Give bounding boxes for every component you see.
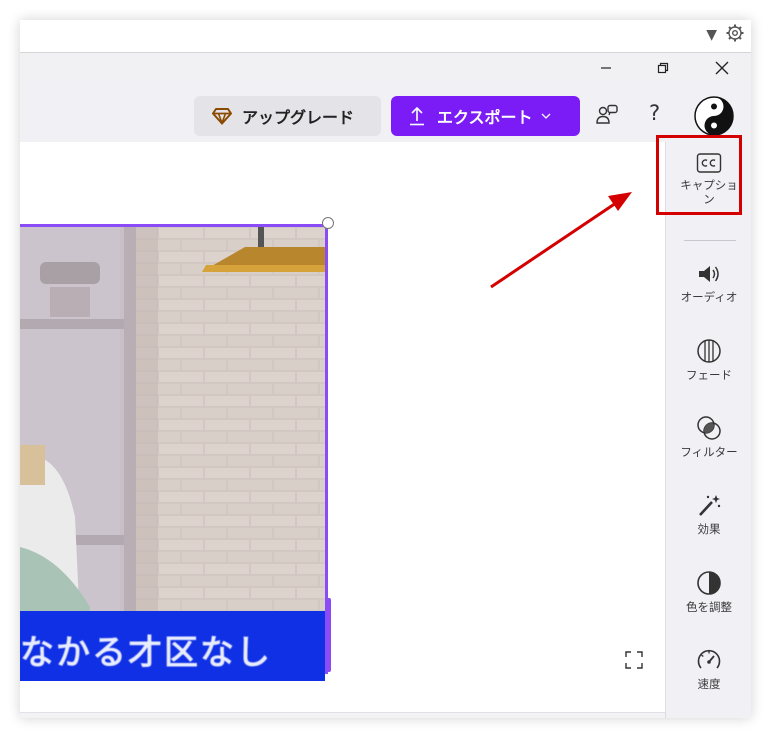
caption-overlay-container: なかる才区なし: [20, 224, 328, 718]
speaker-icon: [699, 266, 719, 282]
sidebar-item-label: 色を調整: [686, 600, 732, 614]
timeline-edge: [20, 712, 665, 718]
restore-icon: [657, 62, 669, 73]
close-button[interactable]: [699, 53, 745, 82]
people-icon[interactable]: [595, 103, 619, 127]
caption-overlay[interactable]: なかる才区なし: [20, 611, 325, 681]
help-icon[interactable]: ?: [649, 101, 660, 125]
minimize-button[interactable]: [583, 53, 629, 82]
sidebar-item-effects[interactable]: 効果: [666, 492, 751, 536]
minimize-icon: [601, 66, 611, 69]
export-label: エクスポート: [437, 108, 533, 127]
magic-wand-icon: [699, 495, 721, 516]
sidebar-item-speed[interactable]: 速度: [666, 647, 751, 691]
fullscreen-icon[interactable]: [624, 650, 644, 670]
filter-icon: [697, 416, 721, 440]
sidebar-item-filter[interactable]: フィルター: [666, 415, 751, 459]
restore-button[interactable]: [640, 53, 686, 82]
speedometer-icon: [697, 649, 721, 669]
sidebar-item-label: 速度: [697, 677, 721, 691]
yin-yang-icon[interactable]: [694, 96, 734, 136]
highlight-box-annotation: [656, 135, 742, 215]
property-sidebar: キャプション オーディオ フェード フィルター 効果 色を調整 速度: [665, 142, 751, 718]
close-icon: [715, 61, 729, 74]
sidebar-item-color-adjust[interactable]: 色を調整: [666, 570, 751, 614]
preview-canvas: なかる才区なし: [20, 142, 665, 712]
sidebar-item-fade[interactable]: フェード: [666, 338, 751, 382]
editor-toolbar: アップグレード エクスポート ?: [20, 82, 751, 142]
top-strip: ▼: [20, 20, 751, 53]
contrast-icon: [697, 571, 721, 595]
sidebar-item-label: オーディオ: [680, 290, 738, 304]
app-window: ▼ アップグレード エクスポート ? なかる才区なし キャプション オーディオ …: [20, 20, 751, 718]
title-bar: [20, 53, 751, 82]
diamond-icon: [212, 108, 232, 125]
sidebar-item-label: 効果: [697, 522, 721, 536]
upgrade-label: アップグレード: [242, 108, 355, 127]
chevron-down-icon: [541, 113, 550, 119]
gear-icon[interactable]: [725, 23, 745, 43]
caption-trim-handle[interactable]: [326, 598, 331, 672]
sidebar-item-audio[interactable]: オーディオ: [666, 262, 751, 304]
sidebar-divider: [684, 240, 736, 241]
triangle-down-icon[interactable]: ▼: [706, 27, 717, 43]
export-button[interactable]: エクスポート: [391, 96, 580, 136]
sidebar-item-label: フェード: [686, 368, 732, 382]
fade-icon: [697, 339, 721, 363]
caption-text: なかる才区なし: [20, 633, 272, 673]
upgrade-button[interactable]: アップグレード: [194, 96, 381, 136]
sidebar-item-label: フィルター: [680, 445, 738, 459]
upload-icon: [410, 106, 424, 126]
